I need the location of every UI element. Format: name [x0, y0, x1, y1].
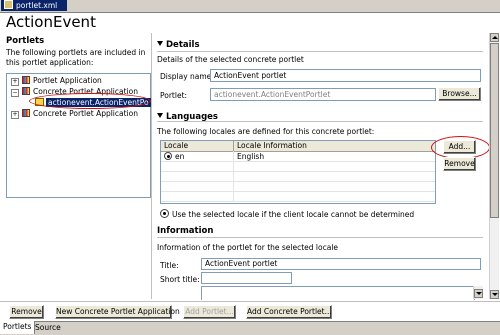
add-concrete-portlet-button[interactable]: Add Concrete Portlet... — [246, 305, 332, 319]
expand-plus-icon[interactable]: + — [11, 78, 19, 86]
table-row — [161, 172, 435, 182]
locales-table[interactable]: Locale Locale Information en English — [160, 140, 436, 204]
locale-info-cell: English — [237, 152, 265, 161]
add-portlet-button: Add Portlet... — [183, 305, 236, 319]
locale-cell: en — [164, 152, 184, 161]
scroll-thumb[interactable] — [490, 43, 499, 218]
table-row — [161, 162, 435, 172]
details-heading[interactable]: Details — [157, 40, 200, 50]
collapse-triangle-icon — [157, 113, 163, 118]
portlet-label: Portlet: — [160, 91, 188, 100]
scroll-up-icon[interactable] — [490, 33, 499, 42]
short-title-label: Short title: — [160, 275, 200, 284]
portlets-description: The following portlets are included in t… — [6, 48, 146, 67]
scroll-down-icon[interactable] — [490, 290, 499, 299]
expand-plus-icon[interactable]: + — [11, 111, 19, 119]
page-title: ActionEvent — [6, 13, 96, 31]
title-field[interactable]: ActionEvent portlet — [201, 258, 481, 270]
languages-description: The following locales are defined for th… — [157, 127, 375, 136]
view-tabs: Portlets Source — [0, 321, 500, 335]
details-description: Details of the selected concrete portlet — [157, 55, 304, 64]
scroll-down-icon[interactable] — [474, 289, 483, 298]
locales-table-header: Locale Locale Information — [161, 141, 435, 152]
new-concrete-app-button[interactable]: New Concrete Portlet Application — [55, 305, 180, 319]
column-header-locale: Locale — [164, 141, 189, 150]
collapse-triangle-icon — [157, 41, 163, 46]
information-description: Information of the portlet for the selec… — [157, 243, 339, 252]
editor-scrollbar[interactable] — [489, 33, 499, 299]
display-name-label: Display name: — [160, 72, 214, 81]
tree-item-concrete-app-2[interactable]: + Concrete Portlet Application — [11, 108, 138, 119]
area-scrollbar[interactable] — [473, 286, 483, 299]
editor-tab-bar: portlet.xml — [0, 0, 500, 13]
information-heading: Information — [157, 226, 214, 236]
column-header-locale-info: Locale Information — [237, 141, 307, 150]
pane-divider — [151, 33, 152, 299]
divider — [157, 237, 483, 238]
collapse-minus-icon[interactable]: − — [11, 89, 19, 97]
display-name-field[interactable]: ActionEvent portlet — [210, 69, 481, 82]
tab-portlets[interactable]: Portlets — [0, 321, 36, 334]
tab-label: portlet.xml — [16, 1, 58, 10]
tab-portlet-xml[interactable]: portlet.xml — [1, 0, 67, 11]
remove-locale-button[interactable]: Remove — [443, 157, 476, 171]
keywords-area[interactable] — [201, 286, 475, 300]
portlet-app-icon — [22, 87, 30, 95]
portlet-app-icon — [22, 109, 30, 117]
highlight-oval-tree — [29, 93, 151, 109]
table-row — [161, 182, 435, 192]
browse-button[interactable]: Browse... — [438, 87, 481, 101]
info-radio-icon — [160, 209, 169, 218]
divider — [157, 51, 483, 52]
short-title-field[interactable] — [201, 272, 292, 284]
xml-file-icon — [4, 0, 13, 9]
portlet-tree[interactable]: + Portlet Application − Concrete Portlet A… — [6, 73, 151, 198]
remove-button[interactable]: Remove — [9, 305, 44, 319]
portlets-heading: Portlets — [6, 36, 45, 46]
tab-source[interactable]: Source — [33, 322, 63, 334]
highlight-oval-add — [431, 136, 490, 159]
portlet-app-icon — [22, 76, 30, 84]
tree-item-portlet-application[interactable]: + Portlet Application — [11, 75, 102, 86]
title-label: Title: — [160, 261, 179, 270]
selected-radio-icon[interactable] — [164, 152, 172, 160]
portlet-field: actionevent.ActionEventPortlet — [210, 88, 436, 101]
table-row[interactable]: en English — [161, 152, 435, 162]
table-row — [161, 192, 435, 202]
divider — [157, 121, 483, 122]
fallback-locale-note: Use the selected locale if the client lo… — [160, 209, 414, 219]
